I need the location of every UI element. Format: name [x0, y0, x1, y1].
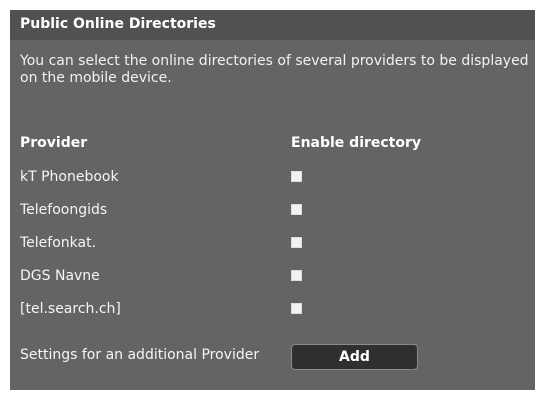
provider-name: [tel.search.ch] — [20, 301, 121, 317]
section-header: Public Online Directories — [10, 10, 535, 40]
section-description: You can select the online directories of… — [20, 53, 529, 86]
section-title: Public Online Directories — [20, 16, 216, 32]
provider-name: DGS Navne — [20, 268, 100, 284]
provider-name: Telefonkat. — [20, 235, 97, 251]
provider-row-kt-phonebook: kT Phonebook — [10, 165, 535, 191]
add-provider-button[interactable]: Add — [291, 344, 418, 370]
provider-column-header: Provider — [20, 135, 88, 151]
enable-directory-checkbox[interactable] — [291, 171, 302, 182]
enable-directory-checkbox[interactable] — [291, 237, 302, 248]
provider-name: Telefoongids — [20, 202, 108, 218]
public-online-directories-panel: Public Online Directories You can select… — [10, 10, 535, 390]
additional-provider-label: Settings for an additional Provider — [20, 347, 260, 363]
provider-row-telefonkat: Telefonkat. — [10, 231, 535, 257]
provider-row-telefoongids: Telefoongids — [10, 198, 535, 224]
provider-row-dgs-navne: DGS Navne — [10, 264, 535, 290]
enable-directory-checkbox[interactable] — [291, 204, 302, 215]
provider-row-tel-search-ch: [tel.search.ch] — [10, 297, 535, 323]
enable-directory-checkbox[interactable] — [291, 270, 302, 281]
enable-directory-checkbox[interactable] — [291, 303, 302, 314]
enable-directory-column-header: Enable directory — [291, 135, 422, 151]
provider-name: kT Phonebook — [20, 169, 119, 185]
